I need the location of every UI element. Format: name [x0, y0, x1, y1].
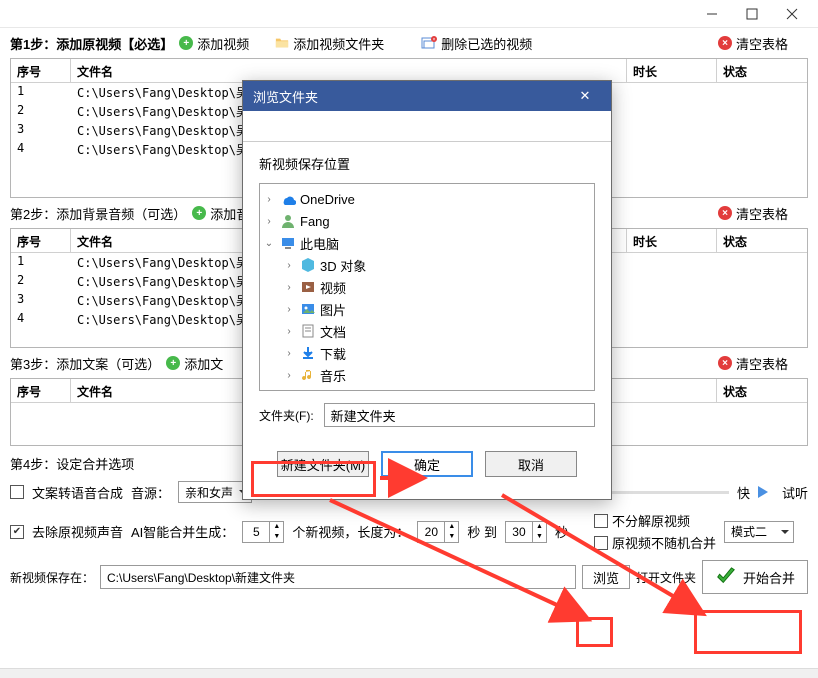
th-dur[interactable]: 时长 [627, 229, 717, 252]
th-stat[interactable]: 状态 [717, 379, 807, 402]
th-dur[interactable]: 时长 [627, 59, 717, 82]
voice-combo[interactable]: 亲和女声 [178, 481, 252, 503]
clear-table1-label: 清空表格 [736, 34, 788, 53]
delete-selected-label: 删除已选的视频 [441, 34, 532, 53]
folder-name-input[interactable] [324, 403, 595, 427]
window-maximize[interactable] [732, 0, 772, 28]
tree-item-pc[interactable]: ⌄此电脑 [262, 232, 592, 254]
dialog-close-button[interactable]: ✕ [569, 81, 601, 111]
folder-icon [275, 36, 289, 50]
nosplit-checkbox[interactable] [594, 514, 608, 528]
tree-item-desktop[interactable]: ⌄桌面 [262, 386, 592, 391]
noshuffle-checkbox[interactable] [594, 536, 608, 550]
ai-unit: 个新视频，长度为： [292, 522, 409, 541]
step2-label: 第2步：添加背景音频（可选） [10, 204, 186, 223]
sec-from-spin[interactable]: ▲▼ [417, 521, 459, 543]
tree-item-doc[interactable]: ›文档 [262, 320, 592, 342]
tts-checkbox[interactable] [10, 485, 24, 499]
ok-button[interactable]: 确定 [381, 451, 473, 477]
mode-combo[interactable]: 模式二 [724, 521, 794, 543]
window-minimize[interactable] [692, 0, 732, 28]
tree-item-onedrive[interactable]: ›OneDrive [262, 188, 592, 210]
add-icon: + [166, 356, 180, 370]
nosplit-label: 不分解原视频 [612, 511, 690, 530]
tree-item-video[interactable]: ›视频 [262, 276, 592, 298]
step1-label: 第1步：添加原视频【必选】 [10, 34, 173, 53]
play-icon[interactable] [758, 486, 774, 498]
clear-icon: × [718, 206, 732, 220]
step3-label: 第3步：添加文案（可选） [10, 354, 160, 373]
add-icon: + [192, 206, 206, 220]
browse-button[interactable]: 浏览 [582, 565, 630, 589]
dialog-subtitle: 新视频保存位置 [259, 154, 595, 173]
add-video-action[interactable]: + 添加视频 [179, 34, 269, 53]
clear-table2-action[interactable]: × 清空表格 [718, 204, 808, 223]
ai-count-spin[interactable]: ▲▼ [242, 521, 284, 543]
window-close[interactable] [772, 0, 812, 28]
remove-audio-checkbox[interactable] [10, 525, 24, 539]
sp-fast: 快 [737, 483, 750, 502]
add-video-folder-label: 添加视频文件夹 [293, 34, 384, 53]
tree-item-user[interactable]: ›Fang [262, 210, 592, 232]
add-video-folder-action[interactable]: 添加视频文件夹 [275, 34, 415, 53]
sec-to-spin[interactable]: ▲▼ [505, 521, 547, 543]
tts-label: 文案转语音合成 [32, 483, 123, 502]
clear-table1-action[interactable]: × 清空表格 [718, 34, 808, 53]
ai-gen-label: AI智能合并生成： [131, 522, 234, 541]
remove-audio-label: 去除原视频声音 [32, 522, 123, 541]
th-idx[interactable]: 序号 [11, 59, 71, 82]
save-path-field[interactable]: C:\Users\Fang\Desktop\新建文件夹 [100, 565, 576, 589]
tree-item-dl[interactable]: ›下载 [262, 342, 592, 364]
save-label: 新视频保存在： [10, 569, 94, 586]
clear-table3-action[interactable]: × 清空表格 [718, 354, 808, 373]
clear-table3-label: 清空表格 [736, 354, 788, 373]
start-merge-button[interactable]: 开始合并 [702, 560, 808, 594]
statusbar [0, 668, 818, 678]
delete-selected-action[interactable]: × 删除已选的视频 [421, 34, 561, 53]
sec-mid: 秒 到 [467, 522, 497, 541]
add-icon: + [179, 36, 193, 50]
folder-field-label: 文件夹(F): [259, 407, 314, 424]
browse-folder-dialog: 浏览文件夹 浏览文件夹 ✕ x 新视频保存位置 ›OneDrive ›Fang … [242, 80, 612, 500]
tree-item-3d[interactable]: ›3D 对象 [262, 254, 592, 276]
start-merge-label: 开始合并 [743, 568, 795, 587]
dialog-title-visible: 浏览文件夹 [253, 87, 318, 106]
svg-text:×: × [433, 37, 436, 43]
folder-tree[interactable]: ›OneDrive ›Fang ⌄此电脑 ›3D 对象 ›视频 ›图片 ›文档 … [259, 183, 595, 391]
new-folder-button[interactable]: 新建文件夹(M) [277, 451, 369, 477]
sec-end: 秒 [555, 522, 568, 541]
th-stat[interactable]: 状态 [717, 229, 807, 252]
voice-label: 音源： [131, 483, 170, 502]
th-idx[interactable]: 序号 [11, 379, 71, 402]
tree-item-music[interactable]: ›音乐 [262, 364, 592, 386]
add-video-label: 添加视频 [197, 34, 249, 53]
open-folder-link[interactable]: 打开文件夹 [636, 569, 696, 586]
delete-selected-icon: × [421, 35, 437, 51]
play-label[interactable]: 试听 [782, 483, 808, 502]
noshuffle-label: 原视频不随机合并 [612, 533, 716, 552]
clear-icon: × [718, 36, 732, 50]
th-name[interactable]: 文件名 [71, 59, 627, 82]
th-stat[interactable]: 状态 [717, 59, 807, 82]
add-doc-label: 添加文 [184, 354, 223, 373]
th-idx[interactable]: 序号 [11, 229, 71, 252]
clear-icon: × [718, 356, 732, 370]
speed-slider[interactable] [597, 491, 729, 494]
tree-item-pic[interactable]: ›图片 [262, 298, 592, 320]
cancel-button[interactable]: 取消 [485, 451, 577, 477]
checkmark-icon [715, 566, 737, 588]
clear-table2-label: 清空表格 [736, 204, 788, 223]
